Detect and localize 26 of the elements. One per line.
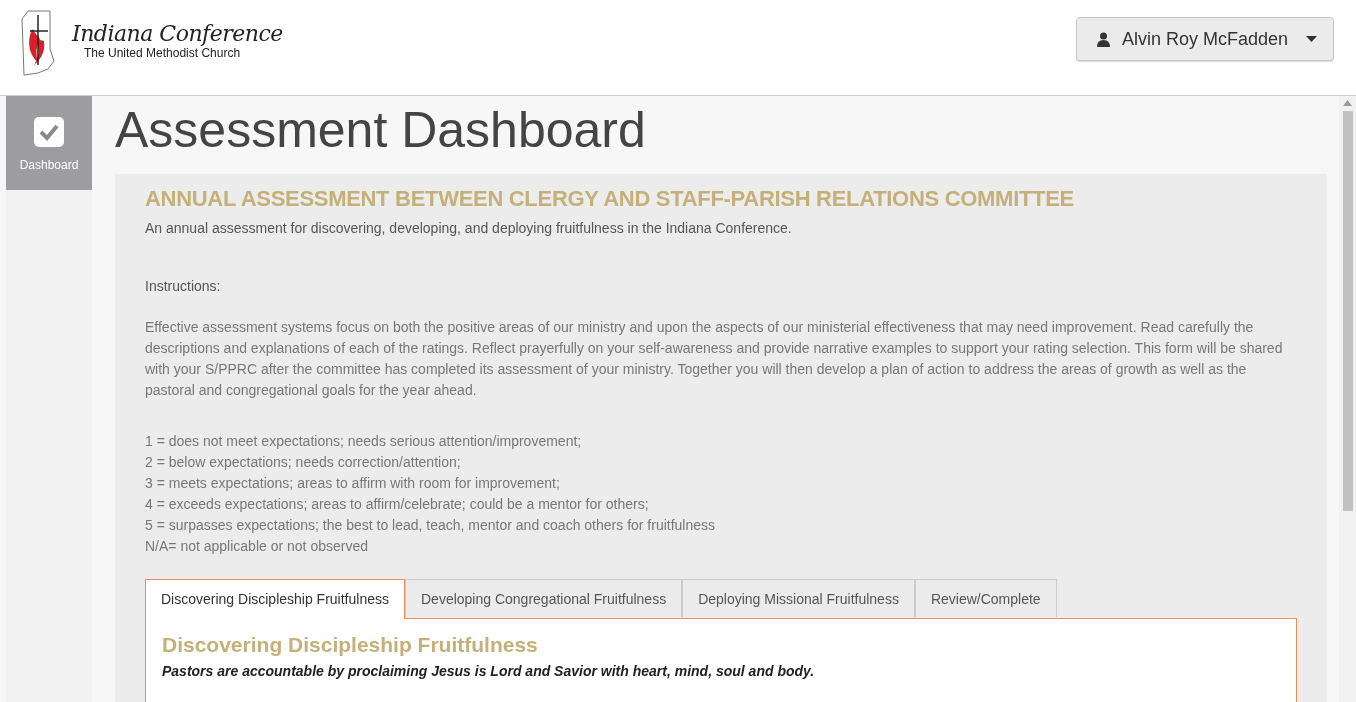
- instructions-text: Effective assessment systems focus on both the positive areas of our ministry and upon the aspects of our ministerial effectiveness that may need improvement. Read carefully the descriptions and explanations of each of the ratings. Reflect prayerfully on your self-awareness and provide narrative examples to support your rating selection. This form will be shared with your S/PPRC after the committee has completed its assessment of your ministry. Together you will then develop a plan of action to address the areas of growth as well as the pastoral and congregational goals for the year ahead.: [145, 318, 1284, 400]
- checkbox-icon: [33, 116, 65, 148]
- assessment-title: ANNUAL ASSESSMENT BETWEEN CLERGY AND STAFF-PARISH RELATIONS COMMITTEE: [145, 186, 1075, 212]
- logo-subtitle: The United Methodist Church: [84, 46, 242, 60]
- section-tab[interactable]: Review/Complete: [914, 579, 1057, 617]
- section-statement: Pastors are accountable by proclaiming Jesus is Lord and Savior with heart, mind, soul and body.: [162, 663, 816, 679]
- rating-scale-line: N/A= not applicable or not observed: [145, 537, 369, 556]
- user-icon: [1096, 31, 1110, 47]
- scrollbar-thumb[interactable]: [1342, 111, 1353, 511]
- caret-icon: [1306, 36, 1317, 42]
- user-menu-button[interactable]: Alvin Roy McFadden: [1075, 17, 1334, 61]
- page-title: Assessment Dashboard: [115, 101, 647, 160]
- scrollbar[interactable]: [1339, 96, 1356, 702]
- rating-scale-line: 4 = exceeds expectations; areas to affirm/celebrate; could be a mentor for others;: [145, 495, 650, 514]
- section-tab[interactable]: Deploying Missional Fruitfulness: [682, 579, 915, 617]
- section-tab[interactable]: Developing Congregational Fruitfulness: [405, 579, 683, 617]
- rating-scale-line: 5 = surpasses expectations; the best to lead, teach, mentor and coach others for fruitfulness: [145, 516, 717, 535]
- scroll-up-arrow-icon: [1343, 100, 1352, 106]
- assessment-description: An annual assessment for discovering, developing, and deploying fruitfulness in the Indiana Conference.: [145, 220, 793, 236]
- rating-scale-line: 3 = meets expectations; areas to affirm with room for improvement;: [145, 474, 561, 493]
- section-tab[interactable]: Discovering Discipleship Fruitfulness: [145, 579, 405, 619]
- rating-scale-line: 1 = does not meet expectations; needs serious attention/improvement;: [145, 432, 583, 451]
- section-title: Discovering Discipleship Fruitfulness: [162, 633, 539, 657]
- instructions-label: Instructions:: [145, 278, 222, 294]
- logo-title: Indiana Conference: [72, 21, 283, 46]
- rating-scale-line: 2 = below expectations; needs correction/attention;: [145, 453, 462, 472]
